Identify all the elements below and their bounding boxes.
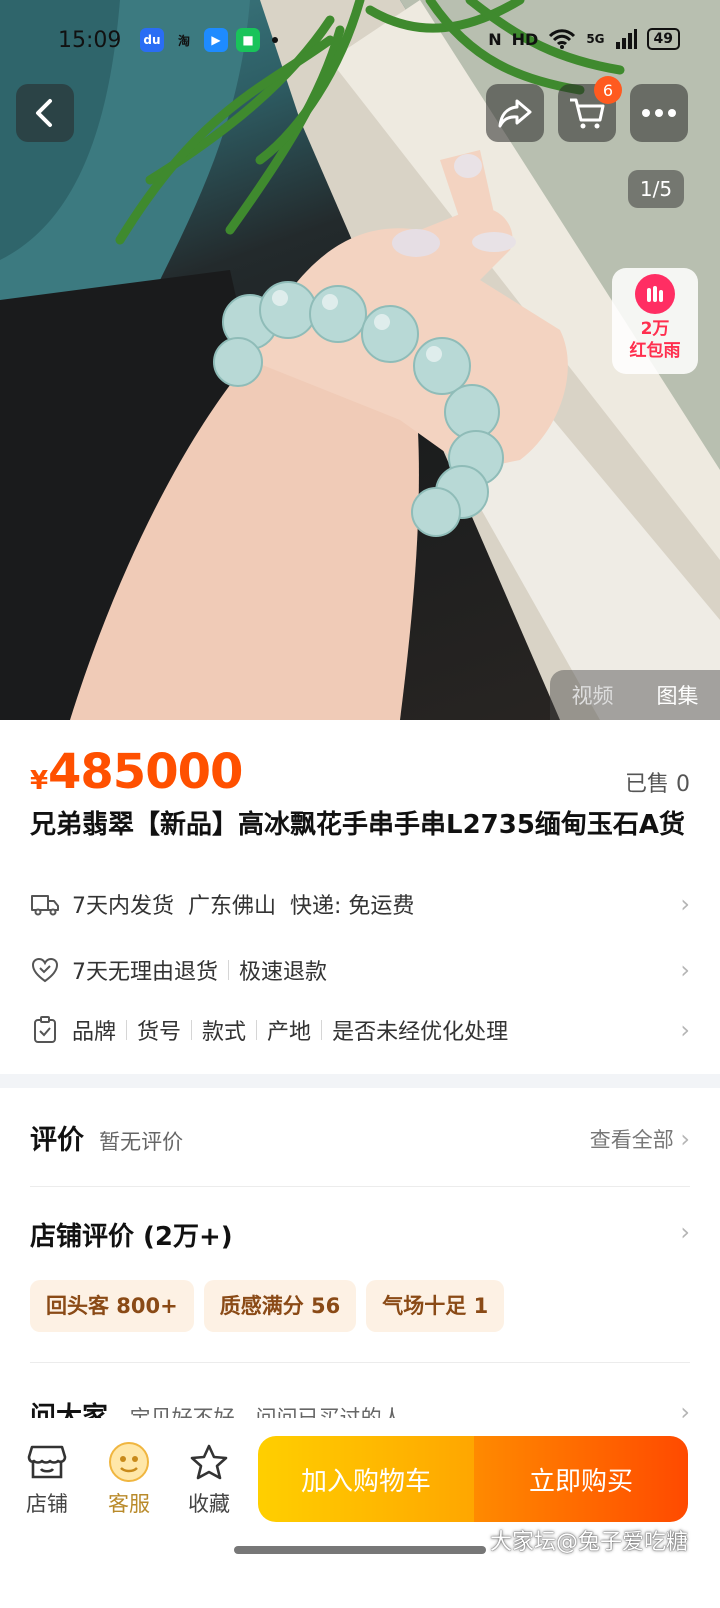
shop-review-tags: 回头客 800+ 质感满分 56 气场十足 1 (30, 1280, 505, 1332)
shop-reviews-title: 店铺评价 (2万+) (30, 1222, 233, 1252)
review-tag[interactable]: 质感满分 56 (203, 1280, 357, 1332)
add-to-cart-button[interactable]: 加入购物车 (258, 1436, 474, 1522)
clipboard-icon (30, 1015, 60, 1045)
review-tag[interactable]: 回头客 800+ (30, 1280, 194, 1332)
param-treatment: 是否未经优化处理 (332, 1020, 509, 1045)
status-indicators: N HD 5G 49 (488, 28, 680, 50)
battery-icon: 49 (646, 28, 680, 50)
cart-count-badge: 6 (594, 76, 622, 104)
review-tag[interactable]: 气场十足 1 (366, 1280, 505, 1332)
chevron-right-icon: › (680, 890, 690, 918)
returns-policy: 7天无理由退货 (72, 960, 218, 985)
taobao-app-icon: 淘 (177, 33, 190, 48)
red-packet-icon (635, 274, 675, 314)
shop-reviews-header[interactable]: 店铺评价 (2万+) › (30, 1216, 690, 1260)
heart-shield-icon (30, 955, 60, 985)
favorite-label: 收藏 (188, 1492, 230, 1516)
notification-dot-icon (272, 37, 278, 43)
sold-count: 已售 0 (625, 772, 690, 797)
separator (228, 960, 229, 980)
wifi-icon (549, 29, 576, 49)
buy-now-label: 立即购买 (528, 1466, 633, 1497)
truck-icon (30, 889, 60, 919)
param-style: 款式 (202, 1020, 247, 1045)
service-label: 客服 (108, 1492, 150, 1516)
baidu-app-icon: du (140, 28, 164, 52)
separator (126, 1020, 128, 1040)
shipping-origin: 广东佛山 (188, 894, 277, 919)
status-app-icons: du 淘 ▶ ■ (140, 28, 278, 52)
star-icon (187, 1440, 231, 1484)
row-divider (30, 1362, 690, 1363)
add-to-cart-label: 加入购物车 (300, 1466, 431, 1497)
shipping-express: 快递: 免运费 (290, 894, 415, 919)
view-all-reviews-link[interactable]: 查看全部 › (590, 1124, 690, 1154)
status-bar: 15:09 du 淘 ▶ ■ N HD 5G 49 (0, 0, 720, 84)
network-label: 5G (586, 32, 605, 46)
shipping-row[interactable]: 7天内发货 广东佛山 快递: 免运费 › (30, 884, 690, 924)
buy-now-button[interactable]: 立即购买 (474, 1436, 688, 1522)
separator (191, 1020, 193, 1040)
service-avatar-icon (107, 1440, 151, 1484)
params-row[interactable]: 品牌 货号 款式 产地 是否未经优化处理 › (30, 1010, 690, 1050)
signal-icon (615, 29, 637, 49)
share-icon (498, 99, 532, 128)
tab-gallery[interactable]: 图集 (657, 680, 699, 710)
chevron-right-icon: › (680, 956, 690, 984)
tab-video[interactable]: 视频 (572, 680, 614, 710)
param-origin: 产地 (267, 1020, 312, 1045)
refund-policy: 极速退款 (239, 960, 328, 985)
reviews-header[interactable]: 评价 暂无评价 查看全部 › (30, 1118, 690, 1162)
status-time: 15:09 (58, 28, 122, 53)
image-page-counter: 1/5 (628, 170, 684, 208)
messages-app-icon: ■ (236, 28, 260, 52)
video-app-icon: ▶ (204, 28, 228, 52)
reviews-subtitle: 暂无评价 (99, 1130, 184, 1154)
bottom-action-bar: 店铺 客服 收藏 加入购物车 立即购买 大家坛@兔子爱吃糖 (0, 1418, 720, 1608)
price-value: 485000 (48, 744, 243, 800)
watermark: 大家坛@兔子爱吃糖 (489, 1530, 688, 1555)
param-item-no: 货号 (137, 1020, 182, 1045)
view-all-label: 查看全部 (589, 1128, 674, 1152)
more-dots-icon (642, 109, 676, 117)
back-button[interactable] (16, 84, 74, 142)
returns-row[interactable]: 7天无理由退货 极速退款 › (30, 950, 690, 990)
param-brand: 品牌 (72, 1020, 117, 1045)
separator (256, 1020, 258, 1040)
customer-service-button[interactable]: 客服 (94, 1440, 164, 1518)
section-divider (0, 1074, 720, 1088)
row-divider (30, 1186, 690, 1187)
price-currency: ¥ (30, 766, 49, 796)
red-packet-label: 红包雨 (629, 341, 681, 361)
store-icon (25, 1440, 69, 1484)
separator (321, 1020, 323, 1040)
chevron-right-icon: › (680, 1218, 690, 1246)
favorite-button[interactable]: 收藏 (174, 1440, 244, 1518)
red-packet-amount: 2万 (640, 319, 670, 339)
red-packet-rain-widget[interactable]: 2万 红包雨 (612, 268, 698, 374)
price-row: ¥ 485000 已售 0 (30, 744, 690, 804)
hd-icon: HD (511, 29, 539, 49)
reviews-title: 评价 (30, 1125, 84, 1156)
chevron-right-icon: › (680, 1016, 690, 1044)
cart-button[interactable]: 6 (558, 76, 622, 142)
media-tab-switch: 视频 图集 (550, 670, 720, 720)
product-title: 兄弟翡翠【新品】高冰飘花手串手串L2735缅甸玉石A货 (30, 810, 686, 840)
share-button[interactable] (486, 84, 544, 142)
product-image-gallery[interactable]: 15:09 du 淘 ▶ ■ N HD 5G 49 6 1/5 2万 红包雨 视… (0, 0, 720, 720)
more-button[interactable] (630, 84, 688, 142)
shop-button[interactable]: 店铺 (12, 1440, 82, 1518)
chevron-right-icon: › (680, 1125, 690, 1153)
back-arrow-icon (36, 99, 52, 127)
nfc-icon: N (488, 29, 502, 49)
shipping-time: 7天内发货 (72, 894, 174, 919)
shop-label: 店铺 (26, 1492, 68, 1516)
home-indicator[interactable] (234, 1546, 486, 1554)
